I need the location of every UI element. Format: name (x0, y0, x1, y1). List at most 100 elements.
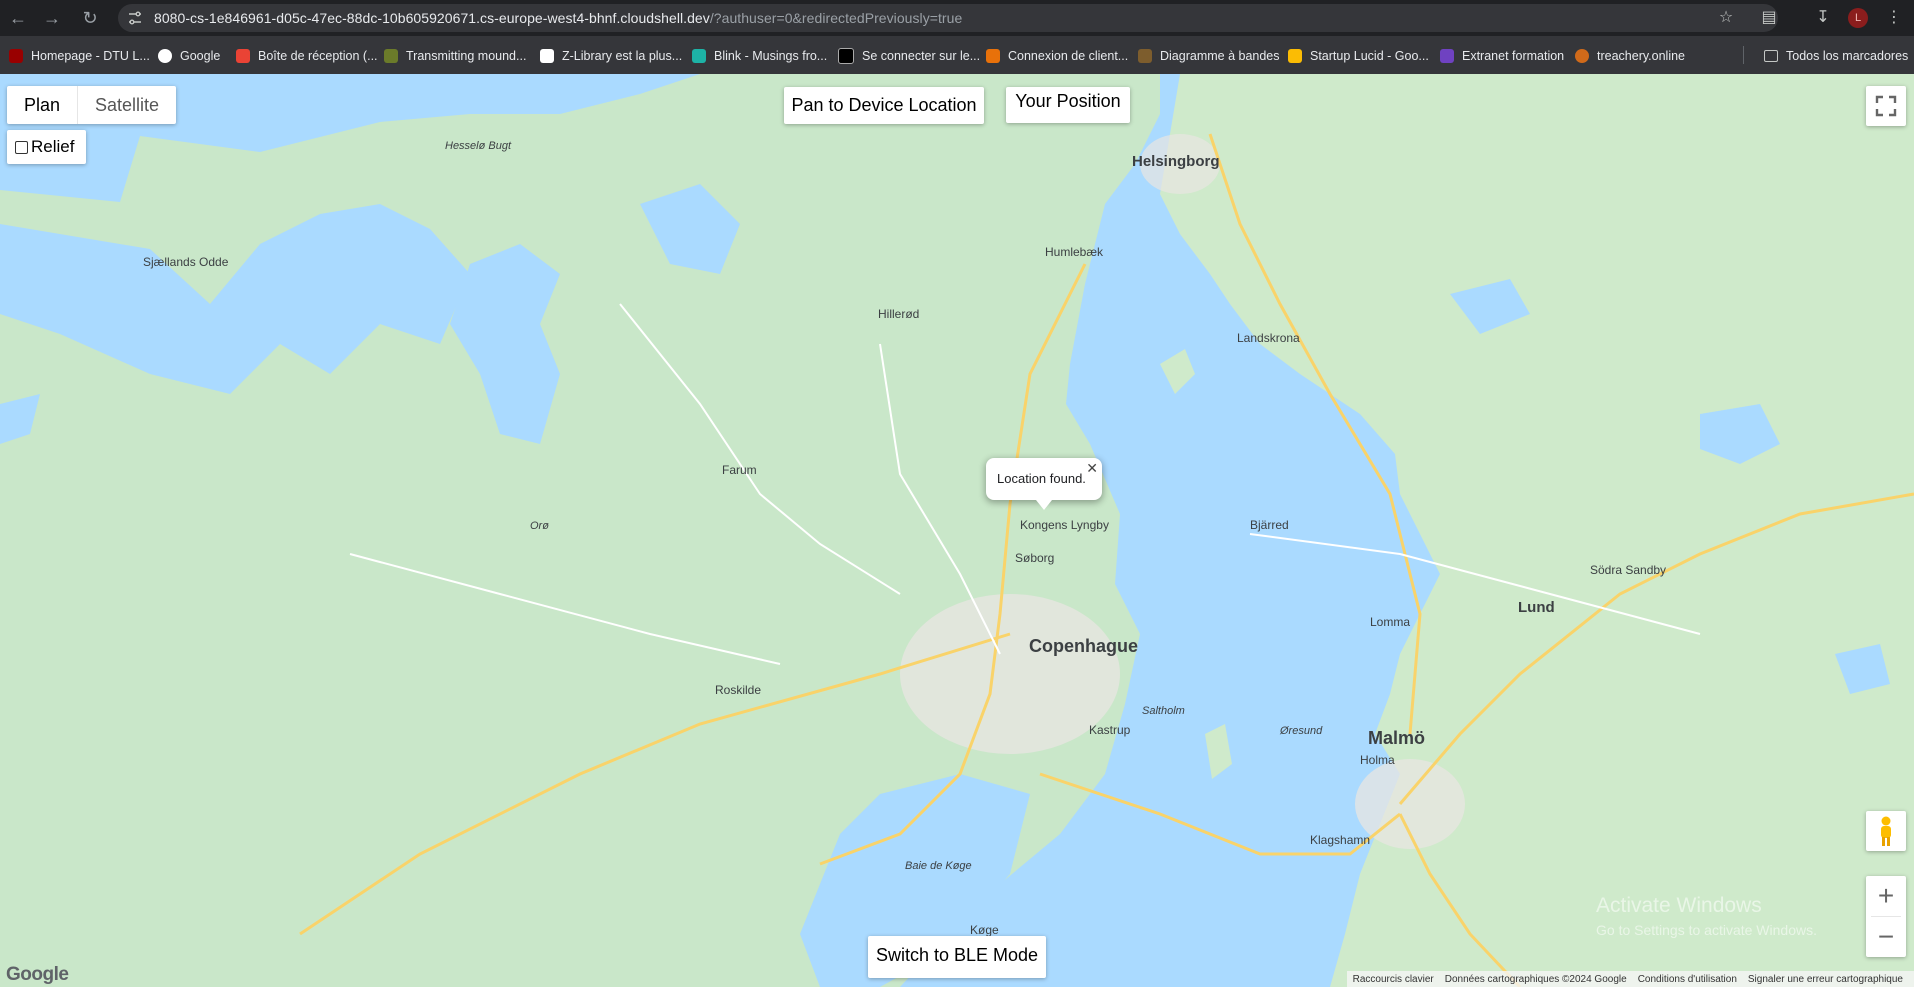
bookmark-item[interactable]: Blink - Musings fro... (692, 46, 827, 66)
svg-text:Bjärred: Bjärred (1250, 518, 1289, 532)
switch-to-ble-button[interactable]: Switch to BLE Mode (868, 936, 1046, 978)
folder-icon (1764, 50, 1778, 62)
bookmark-label: Boîte de réception (... (258, 49, 378, 63)
svg-text:Copenhague: Copenhague (1029, 636, 1138, 656)
bookmark-favicon-icon (384, 49, 398, 63)
svg-text:Roskilde: Roskilde (715, 683, 761, 697)
bookmark-item[interactable]: Boîte de réception (... (236, 46, 378, 66)
close-icon[interactable]: ✕ (1086, 460, 1098, 477)
blink-icon (692, 49, 706, 63)
activate-windows-watermark: Activate Windows Go to Settings to activ… (1596, 894, 1817, 938)
info-window-text: Location found. (997, 471, 1086, 486)
bookmark-item[interactable]: Se connecter sur le... (838, 46, 980, 66)
keyboard-shortcuts-link[interactable]: Raccourcis clavier (1353, 974, 1434, 985)
pegman-icon (1881, 816, 1891, 846)
svg-text:Helsingborg: Helsingborg (1132, 153, 1220, 170)
svg-text:Køge: Køge (970, 923, 999, 937)
svg-text:Kongens Lyngby: Kongens Lyngby (1020, 518, 1109, 532)
bookmark-label: Connexion de client... (1008, 49, 1129, 63)
zoom-out-button[interactable]: − (1866, 917, 1906, 957)
map-canvas[interactable]: Copenhague Malmö Helsingborg Lund Kongen… (0, 74, 1914, 987)
svg-text:Saltholm: Saltholm (1142, 705, 1185, 717)
all-bookmarks-folder[interactable]: Todos los marcadores (1764, 46, 1908, 66)
watermark-subtitle: Go to Settings to activate Windows. (1596, 922, 1817, 938)
your-position-button[interactable]: Your Position (1006, 87, 1130, 123)
gmail-icon (236, 49, 250, 63)
star-icon[interactable]: ☆ (1714, 6, 1738, 30)
svg-text:Södra Sandby: Södra Sandby (1590, 563, 1666, 577)
extensions-icon[interactable]: ▤ (1757, 6, 1781, 30)
svg-text:Øresund: Øresund (1279, 725, 1323, 737)
bookmark-favicon-icon (1575, 49, 1589, 63)
street-view-pegman[interactable] (1866, 811, 1906, 851)
zlibrary-icon (540, 49, 554, 63)
bookmark-label: treachery.online (1597, 49, 1686, 63)
bookmarks-divider (1743, 46, 1744, 64)
url-query: /?authuser=0&redirectedPreviously=true (709, 10, 963, 26)
zoom-control: + − (1866, 876, 1906, 957)
svg-text:Farum: Farum (722, 463, 757, 477)
report-error-link[interactable]: Signaler une erreur cartographique (1748, 974, 1903, 985)
bookmark-item[interactable]: Google (158, 46, 220, 66)
map-footer: Raccourcis clavier Données cartographiqu… (1346, 971, 1914, 987)
bookmark-label: Z-Library est la plus... (562, 49, 683, 63)
bookmarks-bar: Homepage - DTU L... Google Boîte de réce… (0, 36, 1914, 74)
svg-text:Lomma: Lomma (1370, 615, 1410, 629)
bookmark-item[interactable]: Diagramme à bandes (1138, 46, 1280, 66)
svg-text:Hillerød: Hillerød (878, 307, 919, 321)
info-window-tail (1036, 500, 1052, 510)
pan-to-device-location-button[interactable]: Pan to Device Location (784, 87, 984, 124)
bookmark-label: Extranet formation (1462, 49, 1565, 63)
terms-link[interactable]: Conditions d'utilisation (1638, 974, 1737, 985)
url-host: 8080-cs-1e846961-d05c-47ec-88dc-10b60592… (154, 10, 710, 26)
zoom-in-button[interactable]: + (1866, 876, 1906, 916)
svg-text:Baie de Køge: Baie de Køge (905, 860, 972, 872)
bookmark-item[interactable]: Connexion de client... (986, 46, 1128, 66)
map-tiles: Copenhague Malmö Helsingborg Lund Kongen… (0, 74, 1914, 987)
google-logo: Google (6, 964, 69, 986)
bookmark-favicon-icon (1138, 49, 1152, 63)
bookmark-item[interactable]: Homepage - DTU L... (9, 46, 150, 66)
bookmark-label: Diagramme à bandes (1160, 49, 1280, 63)
menu-icon[interactable]: ⋮ (1882, 6, 1906, 30)
map-type-plan[interactable]: Plan (7, 86, 77, 124)
svg-text:Holma: Holma (1360, 753, 1395, 767)
svg-text:Hesselø Bugt: Hesselø Bugt (445, 140, 512, 152)
back-icon[interactable]: ← (6, 6, 30, 30)
reload-icon[interactable]: ↻ (78, 6, 102, 30)
svg-text:Humlebæk: Humlebæk (1045, 245, 1104, 259)
bookmark-label: Blink - Musings fro... (714, 49, 828, 63)
bookmark-favicon-icon (986, 49, 1000, 63)
fullscreen-icon (1875, 95, 1897, 117)
info-window: Location found. ✕ (986, 458, 1102, 500)
bookmark-item[interactable]: Extranet formation (1440, 46, 1564, 66)
bookmark-item[interactable]: treachery.online (1575, 46, 1685, 66)
address-bar[interactable]: 8080-cs-1e846961-d05c-47ec-88dc-10b60592… (118, 4, 1778, 32)
map-type-satellite[interactable]: Satellite (77, 86, 176, 124)
bookmark-favicon-icon (1440, 49, 1454, 63)
svg-text:Landskrona: Landskrona (1237, 331, 1300, 345)
svg-text:Orø: Orø (530, 520, 549, 532)
relief-checkbox[interactable]: Relief (7, 130, 86, 164)
forward-icon[interactable]: → (40, 6, 64, 30)
svg-text:Malmö: Malmö (1368, 728, 1425, 748)
bookmark-item[interactable]: Transmitting mound... (384, 46, 526, 66)
profile-avatar[interactable]: L (1848, 8, 1868, 28)
bookmark-label: Homepage - DTU L... (31, 49, 150, 63)
svg-text:Sjællands Odde: Sjællands Odde (143, 255, 229, 269)
checkbox-icon[interactable] (15, 140, 28, 154)
bookmark-item[interactable]: Z-Library est la plus... (540, 46, 682, 66)
bookmark-favicon-icon (9, 49, 23, 63)
map-type-control: Plan Satellite (7, 86, 177, 124)
download-icon[interactable]: ↧ (1811, 6, 1835, 30)
watermark-title: Activate Windows (1596, 894, 1762, 917)
url-text: 8080-cs-1e846961-d05c-47ec-88dc-10b60592… (154, 10, 962, 26)
bookmark-item[interactable]: Startup Lucid - Goo... (1288, 46, 1429, 66)
svg-text:Kastrup: Kastrup (1089, 723, 1131, 737)
site-info-icon[interactable] (128, 11, 142, 25)
google-logo-text: Google (6, 964, 69, 985)
map-data-attribution: Données cartographiques ©2024 Google (1444, 973, 1627, 985)
all-bookmarks-label: Todos los marcadores (1786, 49, 1909, 63)
svg-text:Lund: Lund (1518, 599, 1555, 616)
fullscreen-button[interactable] (1866, 86, 1906, 126)
